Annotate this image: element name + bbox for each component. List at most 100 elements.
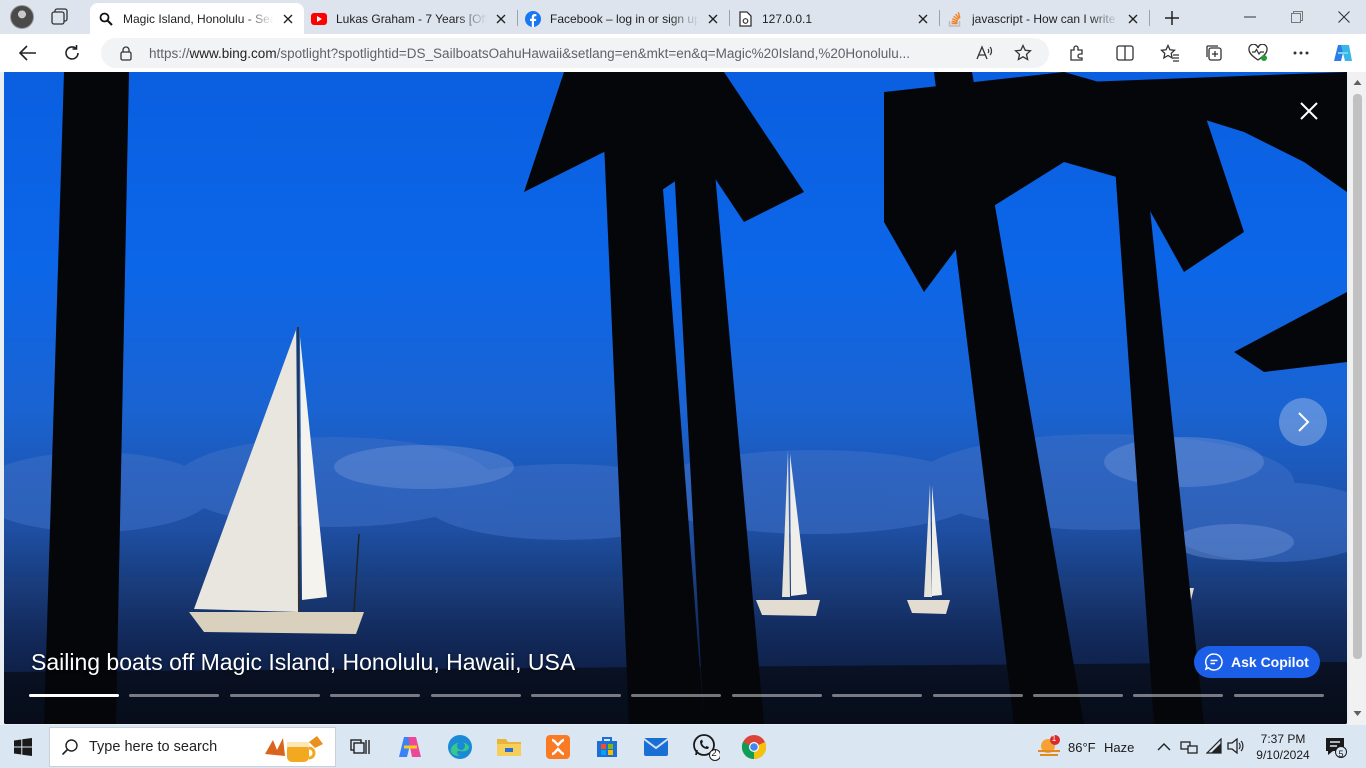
weather-condition[interactable]: Haze — [1104, 740, 1134, 755]
read-aloud-icon[interactable] — [975, 44, 995, 62]
document-icon — [737, 10, 753, 27]
clock-time: 7:37 PM — [1260, 732, 1306, 746]
search-highlight-icon — [265, 736, 323, 762]
chrome-icon[interactable] — [740, 733, 768, 761]
url-domain: www.bing.com — [189, 46, 277, 61]
weather-badge: 1 — [1051, 734, 1057, 743]
progress-segment[interactable] — [933, 694, 1023, 697]
tab-title: 127.0.0.1 — [762, 11, 813, 26]
next-image-button[interactable] — [1279, 398, 1327, 446]
browser-essentials-icon[interactable] — [1247, 42, 1269, 64]
stackoverflow-icon — [947, 11, 963, 27]
search-icon — [98, 11, 114, 27]
windows-start-icon[interactable] — [14, 738, 32, 756]
scrollbar-thumb[interactable] — [1353, 94, 1362, 659]
system-clock[interactable]: 7:37 PM 9/10/2024 — [1248, 731, 1318, 763]
close-tab-icon[interactable] — [915, 11, 931, 27]
windows-taskbar: Type here to search 2 1 86°F Haze 7:37 P… — [0, 725, 1366, 768]
url-path: /spotlight?spotlightid=DS_SailboatsOahuH… — [276, 46, 910, 61]
progress-segment[interactable] — [732, 694, 822, 697]
progress-segment[interactable] — [832, 694, 922, 697]
address-bar[interactable]: https://www.bing.com/spotlight?spotlight… — [101, 38, 1049, 68]
tab-title: Lukas Graham - 7 Years [Official Music V… — [336, 11, 487, 26]
favorites-icon[interactable] — [1159, 42, 1181, 64]
tab-title: javascript - How can I write a — [972, 11, 1119, 26]
tab-localhost[interactable]: 127.0.0.1 — [729, 3, 939, 34]
edge-icon[interactable] — [446, 733, 474, 761]
tab-facebook[interactable]: Facebook – log in or sign up — [517, 3, 729, 34]
wifi-icon[interactable] — [1206, 738, 1222, 754]
progress-segment[interactable] — [631, 694, 721, 697]
progress-segment[interactable] — [230, 694, 320, 697]
close-tab-icon[interactable] — [280, 11, 296, 27]
taskbar-search-box[interactable]: Type here to search — [49, 727, 336, 767]
xampp-icon[interactable] — [544, 733, 572, 761]
extensions-icon[interactable] — [1066, 42, 1088, 64]
tab-stackoverflow[interactable]: javascript - How can I write a — [939, 3, 1149, 34]
scroll-up-icon[interactable] — [1353, 78, 1362, 87]
chevron-right-icon — [1298, 412, 1310, 432]
split-screen-icon[interactable] — [1114, 42, 1136, 64]
weather-temp[interactable]: 86°F — [1068, 740, 1096, 755]
progress-segment[interactable] — [330, 694, 420, 697]
scrollbar[interactable] — [1349, 72, 1366, 725]
collections-icon[interactable] — [1203, 42, 1225, 64]
tab-magic-island[interactable]: Magic Island, Honolulu - Search — [90, 3, 304, 34]
profile-avatar[interactable] — [10, 5, 34, 29]
workspaces-icon[interactable] — [50, 7, 72, 27]
tab-title: Facebook – log in or sign up — [550, 11, 699, 26]
ask-copilot-label: Ask Copilot — [1231, 654, 1309, 670]
restore-icon[interactable] — [1285, 6, 1309, 28]
spotlight-hero: Sailing boats off Magic Island, Honolulu… — [4, 72, 1347, 724]
file-explorer-icon[interactable] — [495, 733, 523, 761]
tab-youtube[interactable]: Lukas Graham - 7 Years [Official Music V… — [303, 3, 517, 34]
task-view-icon[interactable] — [346, 733, 374, 761]
copilot-sidebar-icon[interactable] — [1332, 42, 1354, 64]
more-options-icon[interactable] — [1290, 42, 1312, 64]
network-ethernet-icon[interactable] — [1180, 739, 1198, 755]
progress-segment[interactable] — [1234, 694, 1324, 697]
lock-icon[interactable] — [118, 45, 134, 61]
chat-icon — [1204, 653, 1223, 671]
sailboats-graphic — [4, 72, 1347, 724]
tab-title: Magic Island, Honolulu - Search — [123, 11, 274, 26]
new-tab-icon[interactable] — [1160, 6, 1184, 30]
minimize-icon[interactable] — [1238, 6, 1262, 28]
whatsapp-badge: 2 — [711, 748, 717, 759]
search-placeholder: Type here to search — [89, 739, 218, 755]
favorite-star-icon[interactable] — [1013, 44, 1033, 62]
refresh-icon[interactable] — [58, 40, 86, 66]
ask-copilot-button[interactable]: Ask Copilot — [1194, 646, 1320, 678]
copilot-icon[interactable] — [396, 733, 424, 761]
mail-icon[interactable] — [642, 733, 670, 761]
spotlight-caption[interactable]: Sailing boats off Magic Island, Honolulu… — [31, 649, 575, 676]
chevron-up-icon[interactable] — [1157, 742, 1171, 751]
progress-segment[interactable] — [431, 694, 521, 697]
url-text[interactable]: https://www.bing.com/spotlight?spotlight… — [149, 46, 954, 61]
facebook-icon — [525, 10, 541, 27]
volume-icon[interactable] — [1227, 738, 1245, 754]
search-icon — [61, 739, 78, 756]
progress-segment[interactable] — [29, 694, 119, 697]
whatsapp-icon[interactable]: 2 — [692, 733, 720, 761]
progress-segment[interactable] — [129, 694, 219, 697]
url-prefix: https:// — [149, 46, 190, 61]
scroll-down-icon[interactable] — [1353, 709, 1362, 718]
close-tab-icon[interactable] — [1125, 11, 1141, 27]
close-tab-icon[interactable] — [493, 11, 509, 27]
tab-strip: Magic Island, Honolulu - Search Lukas Gr… — [0, 0, 1366, 34]
close-spotlight-icon[interactable] — [1296, 98, 1322, 124]
close-window-icon[interactable] — [1332, 6, 1356, 28]
store-icon[interactable] — [593, 733, 621, 761]
notifications-badge: 5 — [1338, 749, 1344, 759]
progress-segment[interactable] — [531, 694, 621, 697]
progress-segment[interactable] — [1133, 694, 1223, 697]
close-tab-icon[interactable] — [705, 11, 721, 27]
browser-window: Magic Island, Honolulu - Search Lukas Gr… — [0, 0, 1366, 768]
youtube-icon — [311, 11, 327, 27]
progress-segment[interactable] — [1033, 694, 1123, 697]
back-icon[interactable] — [14, 40, 42, 66]
browser-toolbar: https://www.bing.com/spotlight?spotlight… — [0, 34, 1366, 72]
slide-progress — [29, 694, 1324, 698]
tab-separator — [1149, 10, 1150, 26]
